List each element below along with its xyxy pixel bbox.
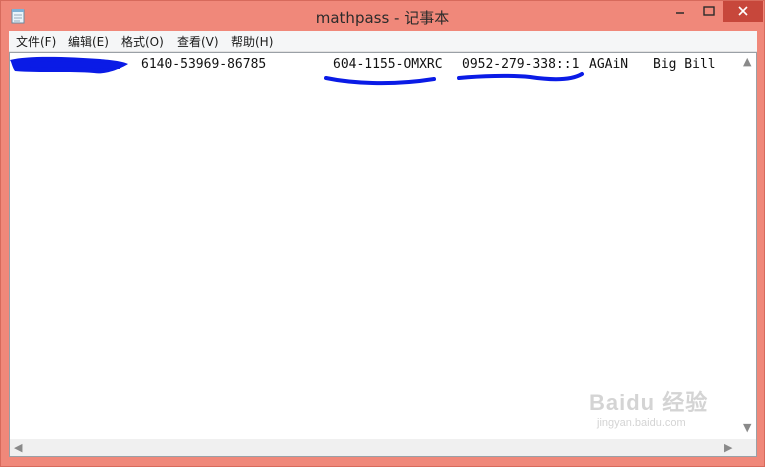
title-bar[interactable]: mathpass - 记事本: [1, 1, 764, 31]
notepad-window: mathpass - 记事本 文件(F) 编辑(E) 格式(O) 查看(V) 帮…: [0, 0, 765, 467]
close-icon: [738, 6, 748, 16]
scroll-left-arrow-icon[interactable]: ◀: [14, 441, 22, 454]
window-title: mathpass - 记事本: [315, 9, 450, 27]
horizontal-scrollbar[interactable]: ◀ ▶: [10, 439, 739, 456]
menu-format[interactable]: 格式(O): [121, 33, 164, 50]
menu-help[interactable]: 帮助(H): [231, 33, 273, 50]
menu-edit[interactable]: 编辑(E): [68, 33, 109, 50]
minimize-button[interactable]: [665, 1, 695, 22]
watermark-url: jingyan.baidu.com: [597, 417, 686, 429]
minimize-icon: [676, 12, 684, 14]
menu-bar: 文件(F) 编辑(E) 格式(O) 查看(V) 帮助(H): [9, 31, 757, 52]
close-button[interactable]: [723, 1, 763, 22]
menu-file[interactable]: 文件(F): [16, 33, 56, 50]
baidu-watermark: Baidu 经验 jingyan.baidu.com: [589, 385, 708, 429]
scroll-right-arrow-icon[interactable]: ▶: [724, 441, 732, 454]
scroll-corner: [739, 439, 756, 456]
vertical-scrollbar[interactable]: ▲ ▼: [739, 53, 756, 439]
maximize-icon: [703, 6, 715, 16]
maximize-button[interactable]: [695, 1, 723, 22]
scroll-up-arrow-icon[interactable]: ▲: [743, 55, 751, 68]
redaction-scribble: [10, 56, 584, 86]
scroll-down-arrow-icon[interactable]: ▼: [743, 421, 751, 434]
watermark-brand: Baidu 经验: [589, 390, 709, 415]
menu-view[interactable]: 查看(V): [177, 33, 219, 50]
